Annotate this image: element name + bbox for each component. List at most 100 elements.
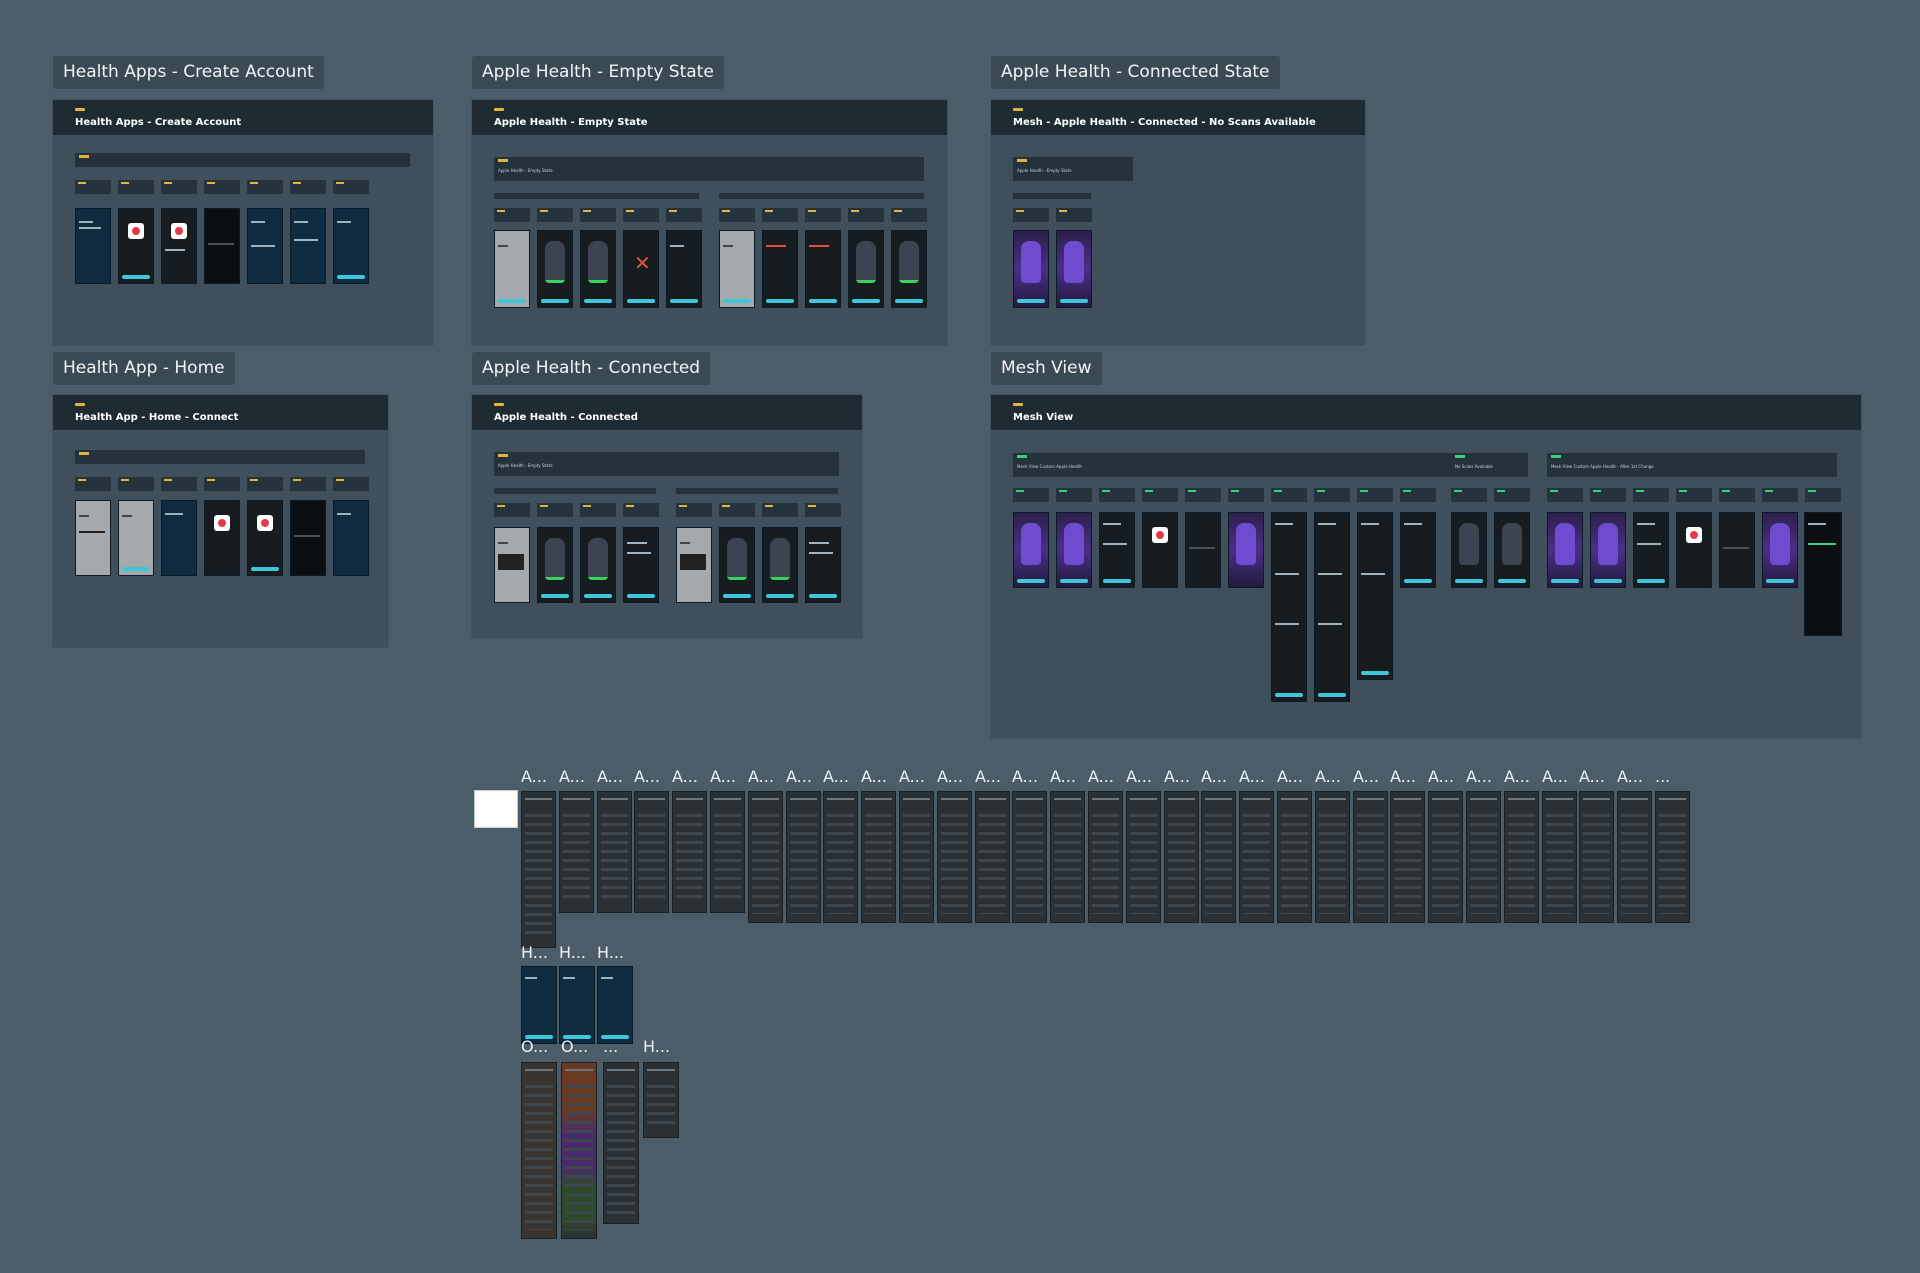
section-connected-state[interactable]: Mesh - Apple Health - Connected - No Sca… [991, 100, 1365, 345]
phone-screen[interactable] [762, 527, 798, 603]
phone-screen[interactable] [762, 230, 798, 308]
phone-screen[interactable] [1271, 512, 1307, 702]
phone-screen[interactable] [1357, 512, 1393, 680]
screen-thumbnail[interactable] [1617, 791, 1652, 923]
screen-thumbnail[interactable] [975, 791, 1010, 923]
screen-thumbnail[interactable] [672, 791, 707, 913]
phone-screen[interactable] [1013, 230, 1049, 308]
screen-thumbnail[interactable] [1164, 791, 1199, 923]
screen-thumbnail[interactable] [1088, 791, 1123, 923]
phone-screen[interactable] [333, 500, 369, 576]
phone-screen[interactable] [891, 230, 927, 308]
screen-thumbnail[interactable] [748, 791, 783, 923]
screen-thumbnail[interactable] [1201, 791, 1236, 923]
phone-screen[interactable] [537, 527, 573, 603]
screen-thumbnail[interactable] [597, 791, 632, 913]
home-screen-thumbnail[interactable] [559, 966, 595, 1044]
phone-screen[interactable] [290, 208, 326, 284]
phone-screen[interactable] [1494, 512, 1530, 588]
phone-screen[interactable] [676, 527, 712, 603]
screen-thumbnail[interactable] [1353, 791, 1388, 923]
phone-screen[interactable] [290, 500, 326, 576]
screen-thumbnail[interactable] [937, 791, 972, 923]
document-thumbnail[interactable] [474, 790, 518, 828]
phone-screen[interactable] [805, 527, 841, 603]
screen-thumbnail[interactable] [823, 791, 858, 923]
phone-screen[interactable] [247, 208, 283, 284]
phone-screen[interactable]: ✕ [623, 230, 659, 308]
section-tag-mesh-view[interactable]: Mesh View [991, 352, 1102, 385]
screen-thumbnail[interactable] [1315, 791, 1350, 923]
screen-thumbnail[interactable] [1239, 791, 1274, 923]
phone-screen[interactable] [1762, 512, 1798, 588]
screen-thumbnail[interactable] [1277, 791, 1312, 923]
phone-screen[interactable] [204, 208, 240, 284]
phone-screen[interactable] [1185, 512, 1221, 588]
section-home[interactable]: Health App - Home - Connect [53, 395, 388, 647]
phone-screen[interactable] [537, 230, 573, 308]
phone-screen[interactable] [719, 527, 755, 603]
phone-screen[interactable] [75, 500, 111, 576]
screen-thumbnail[interactable] [786, 791, 821, 923]
section-tag-connected-state[interactable]: Apple Health - Connected State [991, 56, 1280, 89]
home-screen-thumbnail[interactable] [521, 966, 557, 1044]
screen-thumbnail[interactable] [1390, 791, 1425, 923]
phone-screen[interactable] [719, 230, 755, 308]
phone-screen[interactable] [247, 500, 283, 576]
phone-screen[interactable] [1719, 512, 1755, 588]
phone-screen[interactable] [1056, 512, 1092, 588]
screen-thumbnail[interactable] [1542, 791, 1577, 923]
phone-screen[interactable] [1804, 512, 1842, 636]
screen-thumbnail[interactable] [1050, 791, 1085, 923]
section-create-account[interactable]: Health Apps - Create Account [53, 100, 433, 345]
screen-thumbnail[interactable] [1655, 791, 1690, 923]
overview-thumbnail[interactable] [561, 1062, 597, 1239]
phone-screen[interactable] [1013, 512, 1049, 588]
phone-screen[interactable] [1099, 512, 1135, 588]
phone-screen[interactable] [118, 208, 154, 284]
screen-thumbnail[interactable] [1466, 791, 1501, 923]
screen-thumbnail[interactable] [559, 791, 594, 913]
phone-screen[interactable] [494, 230, 530, 308]
phone-screen[interactable] [1451, 512, 1487, 588]
phone-screen[interactable] [848, 230, 884, 308]
screen-thumbnail[interactable] [1428, 791, 1463, 923]
screen-thumbnail[interactable] [521, 791, 556, 948]
phone-screen[interactable] [1314, 512, 1350, 702]
phone-screen[interactable] [623, 527, 659, 603]
section-tag-home[interactable]: Health App - Home [53, 352, 235, 385]
section-connected[interactable]: Apple Health - Connected Apple Health - … [472, 395, 862, 638]
section-tag-connected[interactable]: Apple Health - Connected [472, 352, 711, 385]
screen-thumbnail[interactable] [710, 791, 745, 913]
overview-thumbnail[interactable] [603, 1062, 639, 1224]
phone-screen[interactable] [580, 230, 616, 308]
section-tag-empty-state[interactable]: Apple Health - Empty State [472, 56, 724, 89]
phone-screen[interactable] [204, 500, 240, 576]
phone-screen[interactable] [1142, 512, 1178, 588]
phone-screen[interactable] [1547, 512, 1583, 588]
phone-screen[interactable] [1228, 512, 1264, 588]
phone-screen[interactable] [1056, 230, 1092, 308]
phone-screen[interactable] [118, 500, 154, 576]
overview-thumbnail[interactable] [643, 1062, 679, 1138]
phone-screen[interactable] [1590, 512, 1626, 588]
overview-thumbnail[interactable] [521, 1062, 557, 1239]
phone-screen[interactable] [666, 230, 702, 308]
screen-thumbnail[interactable] [1012, 791, 1047, 923]
phone-screen[interactable] [494, 527, 530, 603]
phone-screen[interactable] [1400, 512, 1436, 588]
phone-screen[interactable] [161, 500, 197, 576]
screen-thumbnail[interactable] [634, 791, 669, 913]
home-screen-thumbnail[interactable] [597, 966, 633, 1044]
phone-screen[interactable] [75, 208, 111, 284]
phone-screen[interactable] [580, 527, 616, 603]
phone-screen[interactable] [1676, 512, 1712, 588]
section-empty-state[interactable]: Apple Health - Empty State Apple Health … [472, 100, 947, 345]
phone-screen[interactable] [161, 208, 197, 284]
phone-screen[interactable] [805, 230, 841, 308]
section-mesh-view[interactable]: Mesh View Mesh View Custom Apple Health … [991, 395, 1861, 738]
screen-thumbnail[interactable] [1504, 791, 1539, 923]
screen-thumbnail[interactable] [1126, 791, 1161, 923]
screen-thumbnail[interactable] [861, 791, 896, 923]
screen-thumbnail[interactable] [1579, 791, 1614, 923]
